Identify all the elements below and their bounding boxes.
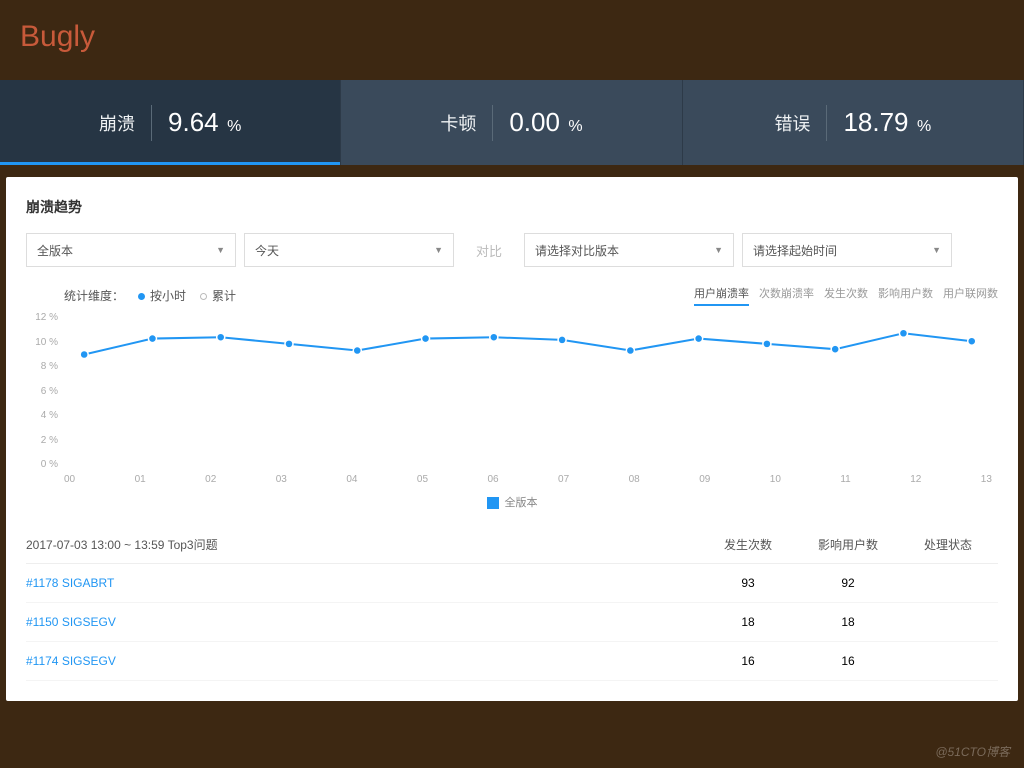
divider [151, 105, 152, 141]
stats-bar: 崩溃 9.64 % 卡顿 0.00 % 错误 18.79 % [0, 80, 1024, 165]
metric-tab-occurrences[interactable]: 发生次数 [824, 285, 868, 306]
chevron-down-icon: ▼ [434, 245, 443, 255]
cell-users: 16 [798, 654, 898, 668]
y-axis: 12 %10 %8 %6 %4 %2 %0 % [26, 312, 64, 470]
issue-link[interactable]: #1150 SIGSEGV [26, 615, 698, 629]
col-users: 影响用户数 [798, 536, 898, 553]
filter-row: 全版本 ▼ 今天 ▼ 对比 请选择对比版本 ▼ 请选择起始时间 ▼ [26, 233, 998, 267]
stat-value-wrap: 18.79 % [843, 107, 931, 138]
issue-link[interactable]: #1178 SIGABRT [26, 576, 698, 590]
cell-status [898, 615, 998, 629]
col-issue: 2017-07-03 13:00 ~ 13:59 Top3问题 [26, 536, 698, 553]
bullet-icon [138, 293, 145, 300]
divider [492, 105, 493, 141]
chart-controls: 统计维度： 按小时 累计 用户崩溃率 次数崩溃率 发生次数 影响用户数 用户联网… [26, 285, 998, 306]
col-status: 处理状态 [898, 536, 998, 553]
dropdown-value: 全版本 [37, 242, 73, 259]
stat-value-wrap: 0.00 % [509, 107, 582, 138]
metric-tab-affected-users[interactable]: 影响用户数 [878, 285, 933, 306]
page-header: Bugly [0, 0, 1024, 80]
issue-link[interactable]: #1174 SIGSEGV [26, 654, 698, 668]
table-row[interactable]: #1178 SIGABRT 93 92 [26, 564, 998, 603]
stat-crash[interactable]: 崩溃 9.64 % [0, 80, 341, 165]
chevron-down-icon: ▼ [216, 245, 225, 255]
metric-tab-count-crash-rate[interactable]: 次数崩溃率 [759, 285, 814, 306]
cell-users: 92 [798, 576, 898, 590]
col-count: 发生次数 [698, 536, 798, 553]
dropdown-value: 请选择对比版本 [535, 242, 619, 259]
version-dropdown[interactable]: 全版本 ▼ [26, 233, 236, 267]
page-title: Bugly [20, 20, 1004, 54]
legend-chip-icon [487, 497, 499, 509]
stat-unit: % [227, 118, 241, 135]
stat-unit: % [917, 118, 931, 135]
stat-error[interactable]: 错误 18.79 % [683, 80, 1024, 165]
section-title: 崩溃趋势 [26, 197, 998, 217]
stat-label: 崩溃 [99, 110, 135, 136]
chart: 12 %10 %8 %6 %4 %2 %0 % 0001020304050607… [26, 312, 998, 492]
compare-version-dropdown[interactable]: 请选择对比版本 ▼ [524, 233, 734, 267]
divider [826, 105, 827, 141]
chart-plot [64, 312, 992, 471]
legend-label: 全版本 [505, 497, 538, 509]
table-row[interactable]: #1174 SIGSEGV 16 16 [26, 642, 998, 681]
chevron-down-icon: ▼ [714, 245, 723, 255]
dimension-label: 统计维度： [64, 287, 124, 304]
dimension-by-hour[interactable]: 按小时 [138, 287, 186, 304]
watermark: @51CTO博客 [935, 743, 1010, 760]
metric-tabs: 用户崩溃率 次数崩溃率 发生次数 影响用户数 用户联网数 [694, 285, 998, 306]
compare-start-dropdown[interactable]: 请选择起始时间 ▼ [742, 233, 952, 267]
stat-value-wrap: 9.64 % [168, 107, 241, 138]
cell-status [898, 576, 998, 590]
cell-count: 16 [698, 654, 798, 668]
stat-label: 卡顿 [440, 110, 476, 136]
stat-label: 错误 [774, 110, 810, 136]
stat-value: 18.79 [843, 107, 908, 137]
x-axis: 0001020304050607080910111213 [64, 474, 992, 492]
table-header: 2017-07-03 13:00 ~ 13:59 Top3问题 发生次数 影响用… [26, 526, 998, 564]
chart-legend: 全版本 [26, 494, 998, 510]
compare-label: 对比 [462, 241, 516, 260]
metric-tab-online-users[interactable]: 用户联网数 [943, 285, 998, 306]
issues-table: 2017-07-03 13:00 ~ 13:59 Top3问题 发生次数 影响用… [26, 526, 998, 681]
cell-count: 93 [698, 576, 798, 590]
chevron-down-icon: ▼ [932, 245, 941, 255]
cell-users: 18 [798, 615, 898, 629]
cell-count: 18 [698, 615, 798, 629]
dropdown-value: 今天 [255, 242, 279, 259]
bullet-icon [200, 293, 207, 300]
dimension-cumulative[interactable]: 累计 [200, 287, 236, 304]
stat-unit: % [568, 118, 582, 135]
stat-value: 0.00 [509, 107, 560, 137]
table-row[interactable]: #1150 SIGSEGV 18 18 [26, 603, 998, 642]
dropdown-value: 请选择起始时间 [753, 242, 837, 259]
dimension-legend: 统计维度： 按小时 累计 [26, 287, 236, 304]
metric-tab-user-crash-rate[interactable]: 用户崩溃率 [694, 285, 749, 306]
date-dropdown[interactable]: 今天 ▼ [244, 233, 454, 267]
main-card: 崩溃趋势 全版本 ▼ 今天 ▼ 对比 请选择对比版本 ▼ 请选择起始时间 ▼ 统… [6, 177, 1018, 701]
cell-status [898, 654, 998, 668]
stat-lag[interactable]: 卡顿 0.00 % [341, 80, 682, 165]
stat-value: 9.64 [168, 107, 219, 137]
